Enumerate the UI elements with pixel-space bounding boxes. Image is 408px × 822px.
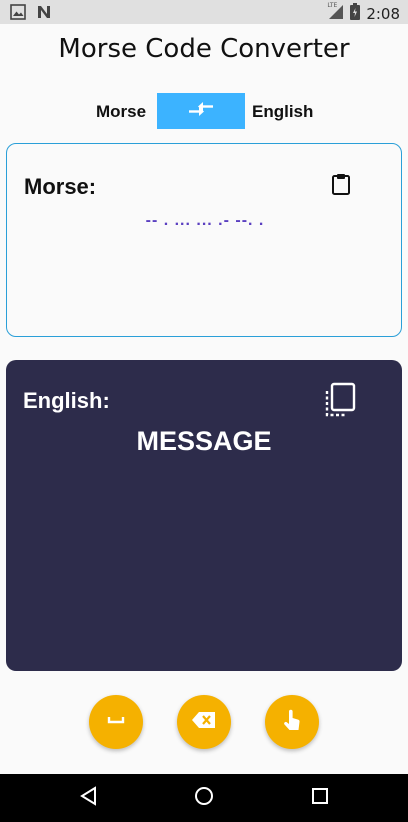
morse-input-card[interactable]: Morse: -- . ... ... .- --. . (6, 143, 402, 337)
nav-home-icon (194, 786, 214, 811)
source-language-label: Morse (96, 102, 147, 121)
n-icon (36, 4, 52, 25)
morse-label: Morse: (24, 174, 97, 199)
swap-button[interactable] (157, 93, 245, 129)
english-text: MESSAGE (136, 426, 272, 456)
english-label: English: (23, 388, 110, 413)
nav-home-button[interactable] (192, 786, 216, 810)
nav-recents-button[interactable] (308, 786, 332, 810)
backspace-icon (191, 711, 217, 734)
english-output-card: English: MESSAGE (6, 360, 402, 671)
battery-icon (350, 3, 361, 25)
copy-button[interactable] (324, 382, 358, 418)
nav-recents-icon (311, 787, 329, 810)
backspace-button[interactable] (177, 695, 231, 749)
target-language-label: English (252, 102, 314, 121)
tap-button[interactable] (265, 695, 319, 749)
touch-icon (281, 708, 303, 737)
paste-button[interactable] (329, 172, 353, 196)
navigation-bar (0, 774, 408, 822)
page-title: Morse Code Converter (58, 34, 350, 64)
network-label: LTE (327, 1, 338, 9)
swap-arrows-icon (187, 99, 215, 124)
status-bar: LTE 2:08 (0, 0, 408, 24)
status-time: 2:08 (366, 5, 400, 23)
morse-text[interactable]: -- . ... ... .- --. . (7, 212, 403, 230)
copy-icon (324, 382, 358, 422)
image-icon (10, 4, 26, 25)
space-button[interactable] (89, 695, 143, 749)
signal-icon: LTE (327, 1, 344, 25)
space-bar-icon (106, 713, 126, 732)
clipboard-icon (329, 174, 353, 200)
nav-back-button[interactable] (77, 785, 101, 811)
nav-back-icon (79, 785, 99, 811)
